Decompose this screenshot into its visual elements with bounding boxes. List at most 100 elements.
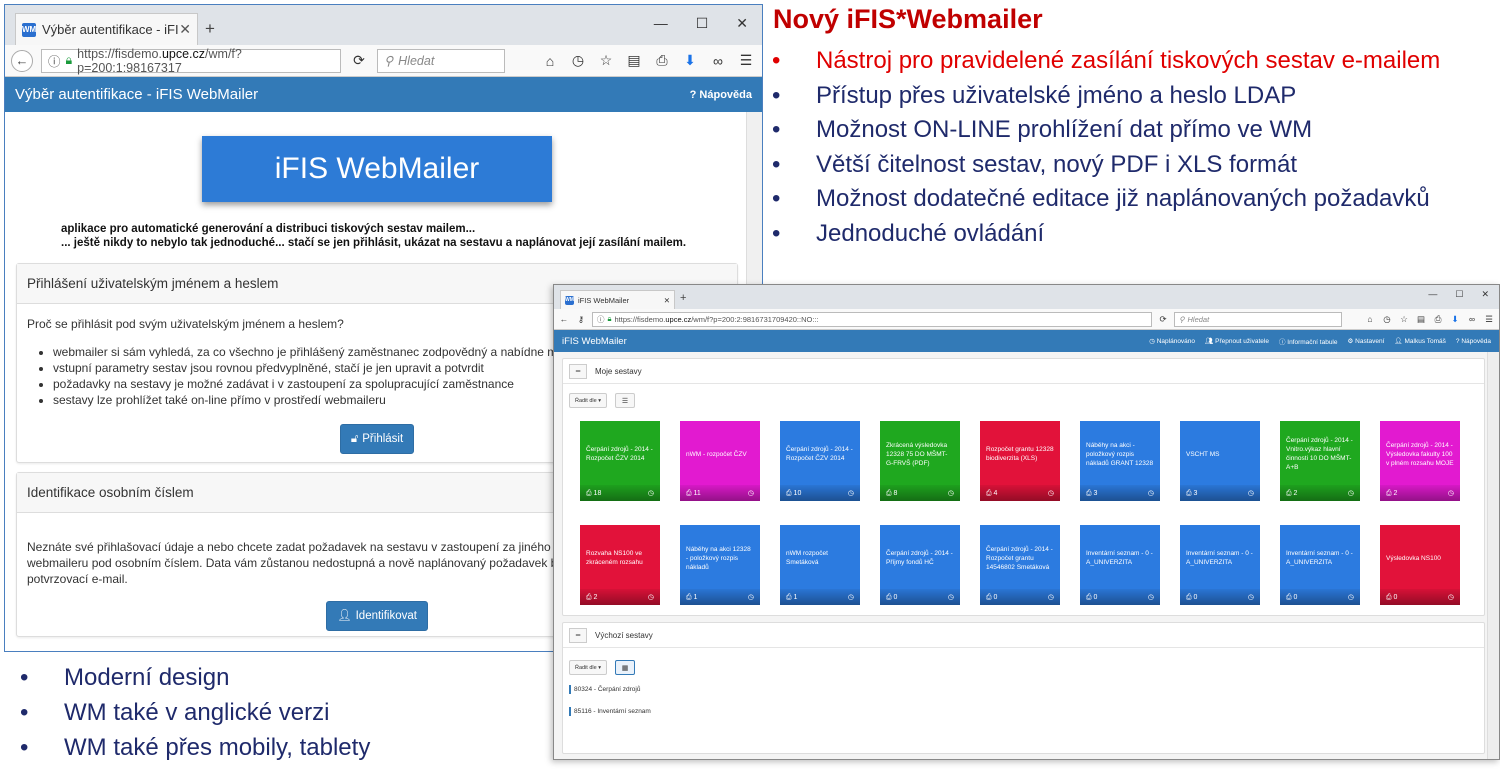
reader-icon[interactable]: ▤ bbox=[624, 52, 644, 69]
download-icon[interactable]: ⬇ bbox=[1449, 314, 1461, 325]
sort-dropdown[interactable]: Řadit dle ▾ bbox=[569, 393, 608, 408]
list-item[interactable]: 85116 - Inventární seznam bbox=[563, 707, 1484, 716]
report-tile[interactable]: Čerpání zdrojů - 2014 - Rozpočet ČZV 201… bbox=[780, 421, 860, 501]
nav-switch-user[interactable]: 👥︎ Přepnout uživatele bbox=[1205, 337, 1269, 345]
history-icon[interactable]: ◷ bbox=[1381, 314, 1393, 325]
app-brand[interactable]: iFIS WebMailer bbox=[562, 336, 1139, 347]
schedule-clock-icon[interactable]: ◷ bbox=[1348, 593, 1354, 602]
reader-icon[interactable]: ▤ bbox=[1415, 314, 1427, 325]
reload-icon[interactable]: ⟳ bbox=[349, 52, 369, 69]
browser-tab[interactable]: WM iFIS WebMailer ✕ bbox=[560, 290, 675, 309]
mask-icon[interactable]: ∞ bbox=[708, 53, 728, 69]
report-tile-footer: ⎙ 10 ◷ bbox=[780, 485, 860, 501]
schedule-clock-icon[interactable]: ◷ bbox=[1248, 489, 1254, 498]
address-bar[interactable]: ⓘ 🔒︎ https://fisdemo.upce.cz/wm/f?p=200:… bbox=[41, 46, 341, 75]
nav-user[interactable]: 👤︎ Malkus Tomáš bbox=[1394, 337, 1446, 345]
report-tile[interactable]: Čerpání zdrojů - 2014 - Vnitro.výkaz hla… bbox=[1280, 421, 1360, 501]
report-tile[interactable]: Čerpání zdrojů - 2014 - Rozpočet ČZV 201… bbox=[580, 421, 660, 501]
maximize-icon[interactable]: ☐ bbox=[696, 15, 709, 32]
schedule-clock-icon[interactable]: ◷ bbox=[1248, 593, 1254, 602]
schedule-clock-icon[interactable]: ◷ bbox=[748, 489, 754, 498]
new-tab-icon[interactable]: + bbox=[680, 292, 686, 304]
schedule-clock-icon[interactable]: ◷ bbox=[948, 593, 954, 602]
nav-scheduled[interactable]: ◷ Naplánováno bbox=[1149, 337, 1195, 345]
report-tile[interactable]: Inventární seznam - 0 - A_UNIVERZITA ⎙ 0 ◷ bbox=[1080, 525, 1160, 605]
report-tile[interactable]: Výsledovka NS100 ⎙ 0 ◷ bbox=[1380, 525, 1460, 605]
close-tab-icon[interactable]: ✕ bbox=[179, 21, 191, 38]
help-link[interactable]: ? Nápověda bbox=[690, 89, 752, 101]
browser-tab[interactable]: WM Výběr autentifikace - iFIS ... ✕ bbox=[15, 13, 198, 45]
new-tab-icon[interactable]: + bbox=[205, 19, 215, 39]
list-view-button[interactable]: ☰ bbox=[615, 393, 636, 408]
nav-info-board[interactable]: ⓘ Informační tabule bbox=[1279, 336, 1338, 346]
sort-dropdown[interactable]: Řadit dle ▾ bbox=[569, 660, 608, 675]
report-tile[interactable]: Rozvaha NS100 ve zkráceném rozsahu ⎙ 2 ◷ bbox=[580, 525, 660, 605]
report-tile[interactable]: Inventární seznam - 0 - A_UNIVERZITA ⎙ 0 ◷ bbox=[1180, 525, 1260, 605]
schedule-clock-icon[interactable]: ◷ bbox=[1148, 489, 1154, 498]
url-text: https://fisdemo.upce.cz/wm/f?p=200:1:981… bbox=[77, 46, 242, 75]
identify-button[interactable]: 👤︎ Identifikovat bbox=[326, 601, 428, 631]
schedule-clock-icon[interactable]: ◷ bbox=[648, 489, 654, 498]
history-icon[interactable]: ◷ bbox=[568, 52, 588, 69]
address-bar[interactable]: ⓘ 🔒︎ https://fisdemo.upce.cz/wm/f?p=200:… bbox=[592, 311, 1152, 327]
schedule-clock-icon[interactable]: ◷ bbox=[1048, 489, 1054, 498]
maximize-icon[interactable]: ☐ bbox=[1455, 289, 1463, 300]
minimize-icon[interactable]: — bbox=[1428, 289, 1437, 300]
report-tile-label: Čerpání zdrojů - 2014 - Výsledovka fakul… bbox=[1386, 441, 1454, 467]
report-tile[interactable]: VSCHT MS ⎙ 3 ◷ bbox=[1180, 421, 1260, 501]
report-tile[interactable]: nWM - rozpočet ČZV ⎙ 11 ◷ bbox=[680, 421, 760, 501]
info-icon[interactable]: ⓘ bbox=[48, 51, 61, 70]
schedule-clock-icon[interactable]: ◷ bbox=[1348, 489, 1354, 498]
schedule-clock-icon[interactable]: ◷ bbox=[1448, 489, 1454, 498]
report-tile[interactable]: Rozpočet grantu 12328 biodiverzita (XLS)… bbox=[980, 421, 1060, 501]
home-icon[interactable]: ⌂ bbox=[540, 53, 560, 69]
login-button[interactable]: 🔓︎ Přihlásit bbox=[339, 424, 415, 454]
report-tile[interactable]: Čerpání zdrojů - 2014 - Příjmy fondů HČ ⎙… bbox=[880, 525, 960, 605]
nav-help[interactable]: ? Nápověda bbox=[1456, 338, 1491, 345]
report-tile[interactable]: Inventární seznam - 0 - A_UNIVERZITA ⎙ 0 ◷ bbox=[1280, 525, 1360, 605]
download-icon[interactable]: ⬇ bbox=[680, 52, 700, 69]
report-tile[interactable]: Náběhy na akci 12328 - položkový rozpis … bbox=[680, 525, 760, 605]
reload-icon[interactable]: ⟳ bbox=[1157, 314, 1169, 325]
schedule-clock-icon[interactable]: ◷ bbox=[848, 593, 854, 602]
feature-item: Nástroj pro pravidelené zasílání tiskový… bbox=[772, 44, 1440, 79]
close-tab-icon[interactable]: ✕ bbox=[664, 296, 670, 305]
scrollbar[interactable] bbox=[1487, 352, 1499, 759]
report-tile[interactable]: Náběhy na akci - položkový rozpis náklad… bbox=[1080, 421, 1160, 501]
mask-icon[interactable]: ∞ bbox=[1466, 314, 1478, 324]
schedule-clock-icon[interactable]: ◷ bbox=[848, 489, 854, 498]
grid-view-button[interactable]: ▦ bbox=[615, 660, 636, 675]
info-icon[interactable]: ⓘ bbox=[597, 314, 605, 325]
schedule-clock-icon[interactable]: ◷ bbox=[648, 593, 654, 602]
search-input[interactable]: ⚲ Hledat bbox=[1174, 311, 1342, 327]
close-window-icon[interactable]: ✕ bbox=[736, 15, 748, 32]
list-item[interactable]: 80324 - Čerpání zdrojů bbox=[563, 685, 1484, 694]
schedule-clock-icon[interactable]: ◷ bbox=[948, 489, 954, 498]
collapse-button[interactable]: − bbox=[569, 627, 587, 643]
print-icon[interactable]: ⎙ bbox=[1432, 314, 1444, 325]
report-tile[interactable]: Čerpání zdrojů - 2014 - Rozpočet grantu … bbox=[980, 525, 1060, 605]
menu-icon[interactable]: ☰ bbox=[736, 52, 756, 69]
back-icon[interactable]: ← bbox=[11, 49, 33, 72]
report-tile[interactable]: Čerpání zdrojů - 2014 - Výsledovka fakul… bbox=[1380, 421, 1460, 501]
search-icon: ⚲ bbox=[1179, 314, 1185, 324]
bookmark-star-icon[interactable]: ☆ bbox=[1398, 314, 1410, 325]
home-icon[interactable]: ⌂ bbox=[1364, 314, 1376, 324]
schedule-clock-icon[interactable]: ◷ bbox=[748, 593, 754, 602]
schedule-clock-icon[interactable]: ◷ bbox=[1148, 593, 1154, 602]
report-tile[interactable]: nWM rozpočet Smetáková ⎙ 1 ◷ bbox=[780, 525, 860, 605]
menu-icon[interactable]: ☰ bbox=[1483, 314, 1495, 325]
key-icon[interactable]: ⚷ bbox=[575, 314, 587, 325]
search-input[interactable]: ⚲ Hledat bbox=[377, 48, 505, 73]
collapse-button[interactable]: − bbox=[569, 363, 587, 379]
nav-settings[interactable]: ⚙ Nastavení bbox=[1348, 337, 1385, 345]
close-window-icon[interactable]: ✕ bbox=[1481, 289, 1489, 300]
back-icon[interactable]: ← bbox=[558, 314, 570, 324]
bookmark-star-icon[interactable]: ☆ bbox=[596, 52, 616, 69]
minimize-icon[interactable]: — bbox=[654, 15, 668, 32]
print-icon[interactable]: ⎙ bbox=[652, 52, 672, 69]
report-tile[interactable]: Zkrácená výsledovka 12328 75 DO MŠMT-G-F… bbox=[880, 421, 960, 501]
schedule-clock-icon[interactable]: ◷ bbox=[1048, 593, 1054, 602]
print-icon: ⎙ bbox=[786, 489, 794, 497]
schedule-clock-icon[interactable]: ◷ bbox=[1448, 593, 1454, 602]
